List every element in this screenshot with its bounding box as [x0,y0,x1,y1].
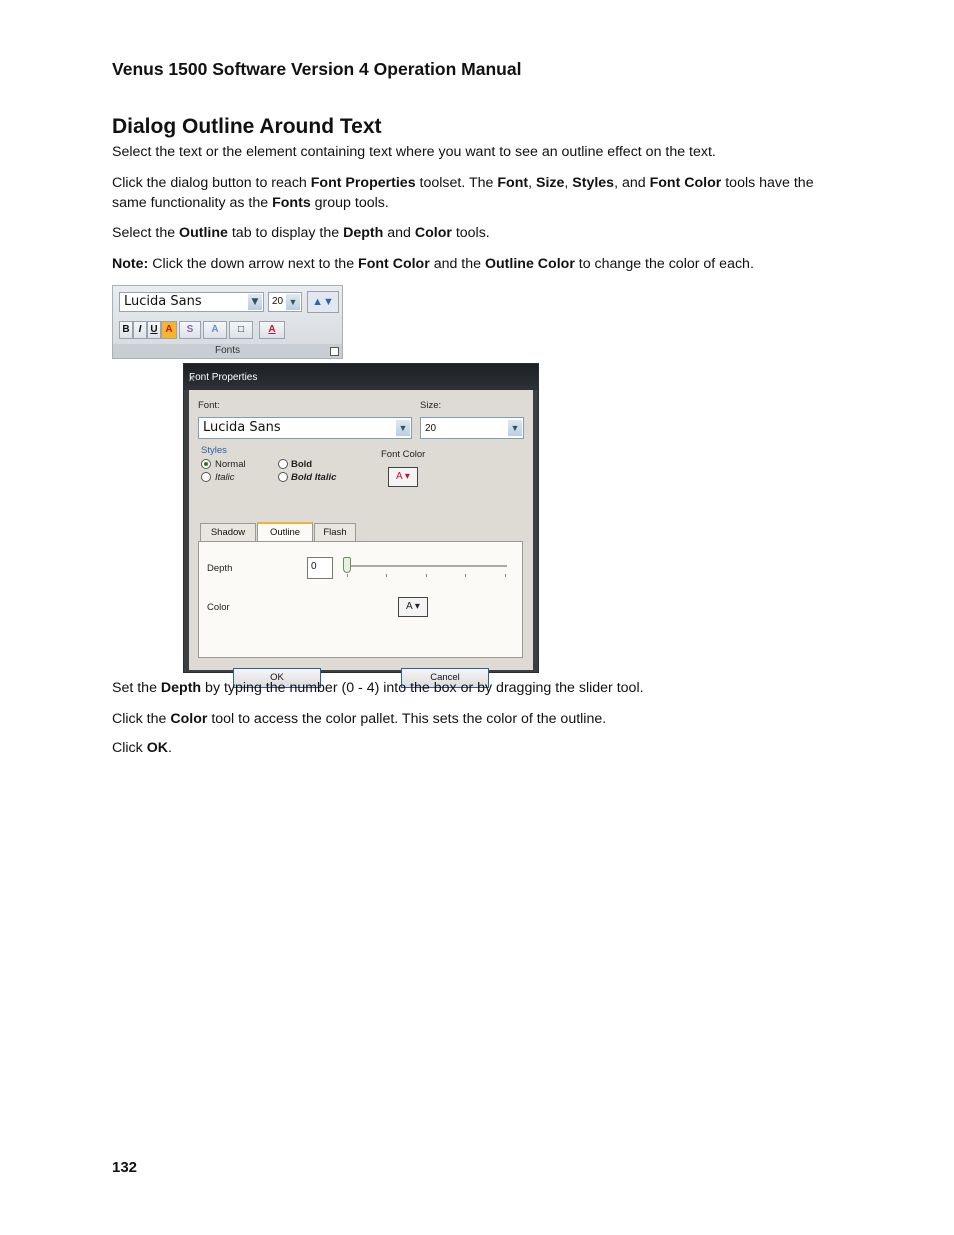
ribbon-size-value: 20 [272,296,284,307]
chevron-down-icon[interactable]: ▼ [396,420,410,436]
style-bold-italic-label: Bold Italic [291,472,337,483]
depth-input[interactable]: 0 [307,557,333,579]
style-italic-radio[interactable] [201,472,211,482]
style-normal-label: Normal [215,459,246,470]
slider-tick [347,574,348,577]
tab-flash[interactable]: Flash [314,523,356,541]
style-italic-label: Italic [215,472,235,483]
style-bold-label: Bold [291,459,313,470]
size-combo[interactable]: 20 ▼ [420,417,524,439]
document-title: Venus 1500 Software Version 4 Operation … [112,59,522,79]
outline-color-picker-button[interactable]: A ▾ [398,597,428,617]
size-label: Size: [420,400,442,411]
font-combo-value: Lucida Sans [203,420,281,435]
highlight-button[interactable]: A [203,321,227,339]
paragraph-set-depth: Set the Depth by typing the number (0 - … [112,680,644,696]
size-combo-value: 20 [425,423,437,434]
chevron-down-icon[interactable]: ▼ [286,294,300,310]
font-properties-dialog: Font Properties x Font: Lucida Sans ▼ Si… [183,363,539,688]
border-button[interactable]: □ [229,321,253,339]
dialog-title-bar: Font Properties x [184,364,538,390]
depth-slider-track[interactable] [345,565,507,567]
close-icon[interactable]: x [189,372,530,384]
ribbon-size-combo[interactable]: 20 ▼ [268,292,302,312]
chevron-down-icon[interactable]: ▼ [508,420,522,436]
font-color-picker-button[interactable]: A ▾ [388,467,418,487]
style-bold-italic-radio[interactable] [278,472,288,482]
page-number: 132 [112,1159,138,1176]
bold-button[interactable]: B [119,321,133,339]
fonts-ribbon-group: Lucida Sans ▼ 20 ▼ ▲▼ B I U A S A □ A Fo… [112,285,343,359]
font-combo[interactable]: Lucida Sans ▼ [198,417,412,439]
paragraph-dialog-button: Click the dialog button to reach Font Pr… [112,175,814,211]
color-label: Color [207,602,230,613]
outline-tab-panel: Depth 0 Color A ▾ [198,541,523,658]
ribbon-group-name: Fonts [214,345,240,356]
outline-text-button[interactable]: A [161,321,177,339]
slider-tick [426,574,427,577]
paragraph-outline-tab: Select the Outline tab to display the De… [112,225,490,241]
grow-shrink-font-button[interactable]: ▲▼ [307,291,339,313]
font-color-button[interactable]: A [259,321,285,339]
font-color-label: Font Color [381,449,426,460]
style-normal-radio[interactable] [201,459,211,469]
slider-tick [465,574,466,577]
dialog-body: Font: Lucida Sans ▼ Size: 20 ▼ Styles No… [189,390,533,688]
ribbon-font-value: Lucida Sans [124,294,202,309]
dialog-launcher-icon[interactable] [330,347,339,356]
ribbon-group-label: Fonts [113,344,342,358]
paragraph-click-ok: Click OK. [112,740,172,756]
section-heading: Dialog Outline Around Text [112,115,382,138]
style-bold-radio[interactable] [278,459,288,469]
tab-outline[interactable]: Outline [257,522,313,541]
tab-shadow[interactable]: Shadow [200,523,256,541]
shadow-button[interactable]: S [179,321,201,339]
slider-tick [505,574,506,577]
font-label: Font: [198,400,220,411]
depth-slider-thumb[interactable] [343,557,351,573]
styles-label: Styles [201,445,227,456]
depth-label: Depth [207,563,233,574]
paragraph-color-tool: Click the Color tool to access the color… [112,711,607,727]
slider-tick [386,574,387,577]
ribbon-font-combo[interactable]: Lucida Sans ▼ [119,292,264,312]
paragraph-note: Note: Click the down arrow next to the F… [112,256,754,272]
underline-button[interactable]: U [147,321,161,339]
chevron-down-icon[interactable]: ▼ [248,294,262,310]
italic-button[interactable]: I [133,321,147,339]
paragraph-select-text: Select the text or the element containin… [112,144,716,160]
